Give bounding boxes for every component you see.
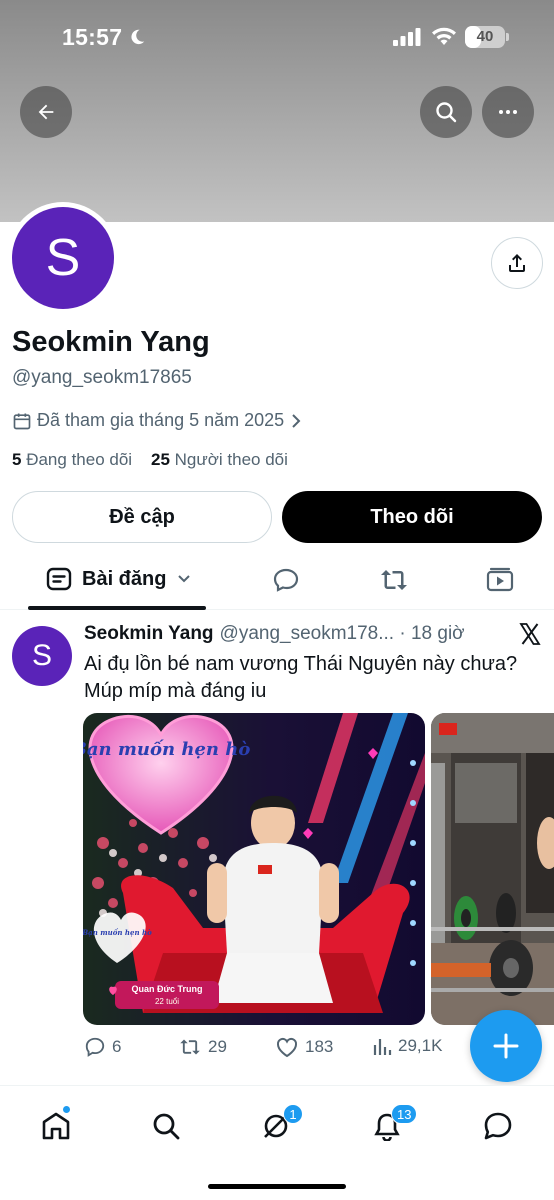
home-notification-dot bbox=[62, 1105, 71, 1114]
signal-icon bbox=[393, 28, 421, 46]
tab-replies[interactable] bbox=[272, 566, 300, 599]
post-actions: 6 29 183 29,1K bbox=[84, 1036, 524, 1062]
media-caption-name: Quan Đức Trung bbox=[131, 984, 202, 994]
posts-icon bbox=[46, 567, 72, 591]
search-button[interactable] bbox=[420, 86, 472, 138]
media-caption-age: 22 tuổi bbox=[155, 997, 179, 1006]
battery-indicator: 40 bbox=[465, 26, 505, 48]
repost-action[interactable]: 29 bbox=[178, 1036, 227, 1058]
calendar-icon bbox=[13, 413, 31, 429]
post-avatar[interactable]: S bbox=[12, 626, 72, 686]
profile-handle: @yang_seokm17865 bbox=[12, 367, 192, 388]
home-icon bbox=[42, 1112, 70, 1140]
avatar[interactable]: S bbox=[12, 207, 114, 309]
share-button[interactable] bbox=[491, 237, 543, 289]
active-tab-indicator bbox=[28, 606, 206, 610]
battery-cap bbox=[506, 33, 509, 41]
following-link[interactable]: 5 Đang theo dõi bbox=[12, 450, 132, 469]
post-media-image-2[interactable] bbox=[431, 713, 554, 1025]
dating-show-photo: Quan Đức Trung 22 tuổi Bạn muốn hẹn hò B… bbox=[83, 713, 425, 1025]
more-icon bbox=[499, 110, 517, 114]
view-count: 29,1K bbox=[398, 1036, 443, 1055]
arrow-left-icon bbox=[38, 104, 54, 120]
reply-count: 6 bbox=[112, 1037, 122, 1056]
media-show-title: Bạn muốn hẹn hò bbox=[83, 738, 250, 760]
plus-icon bbox=[493, 1033, 519, 1059]
follow-counts: 5 Đang theo dõi 25 Người theo dõi bbox=[12, 450, 288, 470]
mention-button[interactable]: Đề cập bbox=[12, 491, 272, 543]
grok-badge: 1 bbox=[283, 1104, 303, 1124]
repost-count: 29 bbox=[208, 1037, 227, 1056]
x-logo-icon bbox=[519, 623, 541, 645]
post-author-meta: @yang_seokm178... · 18 giờ bbox=[219, 623, 465, 644]
views-action[interactable]: 29,1K bbox=[372, 1036, 442, 1056]
status-time: 15:57 bbox=[62, 24, 123, 50]
wifi-icon bbox=[432, 27, 456, 45]
bar-chart-icon bbox=[373, 1039, 392, 1055]
followers-link[interactable]: 25 Người theo dõi bbox=[151, 450, 288, 469]
repost-icon bbox=[180, 1039, 200, 1055]
following-label: Đang theo dõi bbox=[26, 450, 133, 469]
battery-level: 40 bbox=[476, 28, 494, 45]
reply-icon bbox=[85, 1037, 105, 1057]
compose-button[interactable] bbox=[470, 1010, 542, 1082]
like-action[interactable]: 183 bbox=[275, 1036, 333, 1058]
post-author-name[interactable]: Seokmin Yang bbox=[84, 623, 214, 645]
tab-media[interactable] bbox=[486, 566, 514, 599]
notifications-badge: 13 bbox=[391, 1104, 418, 1124]
join-date[interactable]: Đã tham gia tháng 5 năm 2025 bbox=[12, 410, 303, 431]
tab-posts-label: Bài đăng bbox=[82, 567, 167, 590]
bottom-navigation: 1 13 bbox=[0, 1085, 554, 1200]
post-header: Seokmin Yang @yang_seokm178... · 18 giờ bbox=[84, 623, 465, 645]
share-icon bbox=[509, 254, 525, 272]
nav-messages[interactable] bbox=[478, 1106, 518, 1146]
search-icon bbox=[436, 102, 457, 123]
heart-icon bbox=[276, 1037, 298, 1058]
more-button[interactable] bbox=[482, 86, 534, 138]
follow-button[interactable]: Theo dõi bbox=[282, 491, 542, 543]
post-media-image-1[interactable]: Quan Đức Trung 22 tuổi Bạn muốn hẹn hò B… bbox=[83, 713, 425, 1025]
profile-tabs: Bài đăng bbox=[0, 556, 554, 610]
reply-bubble-icon bbox=[273, 568, 299, 592]
like-count: 183 bbox=[305, 1037, 334, 1056]
back-button[interactable] bbox=[20, 86, 72, 138]
profile-display-name: Seokmin Yang bbox=[12, 326, 210, 358]
followers-count: 25 bbox=[150, 450, 170, 469]
tab-reposts[interactable] bbox=[378, 566, 410, 599]
join-date-text: Đã tham gia tháng 5 năm 2025 bbox=[37, 410, 285, 430]
media-show-title-small: Bạn muốn hẹn hò bbox=[83, 928, 152, 937]
following-count: 5 bbox=[12, 450, 22, 469]
tab-posts[interactable]: Bài đăng bbox=[46, 566, 192, 592]
video-icon bbox=[486, 567, 514, 592]
nav-explore[interactable] bbox=[146, 1106, 186, 1146]
moon-icon bbox=[131, 29, 145, 45]
repost-icon bbox=[381, 570, 407, 590]
reply-action[interactable]: 6 bbox=[84, 1036, 121, 1058]
chevron-down-icon bbox=[178, 575, 191, 583]
followers-label: Người theo dõi bbox=[174, 450, 288, 469]
chevron-right-icon bbox=[292, 413, 301, 428]
message-icon bbox=[484, 1112, 512, 1140]
search-icon bbox=[153, 1113, 180, 1140]
post-text: Ai đụ lồn bé nam vương Thái Nguyên này c… bbox=[84, 653, 518, 702]
home-indicator bbox=[208, 1184, 346, 1189]
gym-photo bbox=[431, 713, 554, 1025]
